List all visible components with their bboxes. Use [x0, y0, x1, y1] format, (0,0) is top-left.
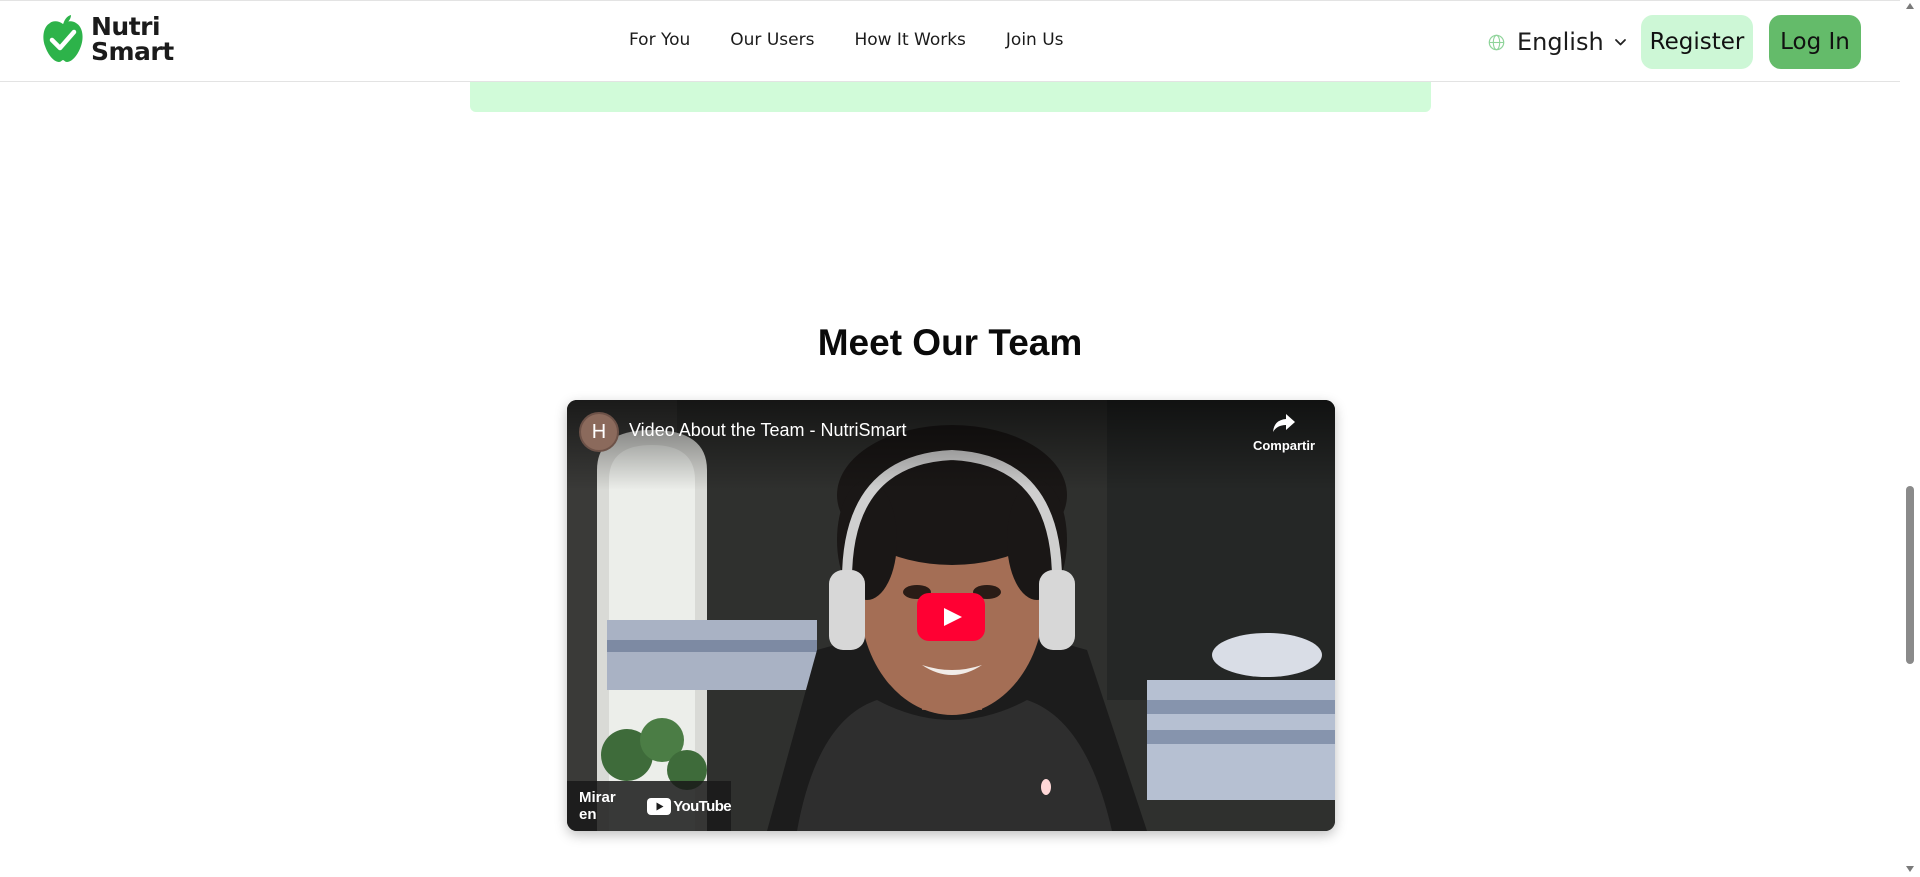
video-title[interactable]: Video About the Team - NutriSmart	[629, 420, 906, 441]
scroll-up-arrow-icon[interactable]	[1905, 2, 1915, 10]
language-selector[interactable]: English	[1488, 28, 1627, 56]
logo[interactable]: Nutri Smart	[40, 14, 174, 64]
globe-icon	[1488, 34, 1505, 50]
top-navbar: Nutri Smart For You Our Users How It Wor…	[0, 0, 1900, 82]
scroll-down-arrow-icon[interactable]	[1905, 865, 1915, 873]
nav-join-us[interactable]: Join Us	[1006, 30, 1064, 50]
chevron-down-icon	[1614, 38, 1626, 45]
language-label: English	[1517, 28, 1604, 56]
channel-avatar[interactable]: H	[579, 412, 619, 452]
logo-line-1: Nutri	[91, 12, 161, 41]
main-nav: For You Our Users How It Works Join Us	[629, 30, 1064, 50]
youtube-mark-icon	[647, 797, 672, 815]
register-button[interactable]: Register	[1641, 15, 1753, 69]
share-label: Compartir	[1252, 438, 1316, 453]
share-arrow-icon	[1273, 414, 1295, 432]
play-icon[interactable]	[917, 593, 985, 641]
nav-our-users[interactable]: Our Users	[730, 30, 814, 50]
scrollbar-thumb[interactable]	[1906, 486, 1914, 664]
youtube-wordmark: YouTube	[673, 797, 731, 815]
watch-on-label: Mirar en	[579, 789, 616, 823]
share-button[interactable]: Compartir	[1247, 412, 1321, 453]
watch-on-youtube-link[interactable]: Mirar en YouTube	[567, 781, 732, 831]
nav-how-it-works[interactable]: How It Works	[854, 30, 965, 50]
page: Nutri Smart For You Our Users How It Wor…	[0, 0, 1920, 877]
page-scrollbar[interactable]	[1900, 0, 1920, 877]
login-button[interactable]: Log In	[1769, 15, 1861, 69]
apple-check-icon	[43, 15, 83, 62]
logo-text: Nutri Smart	[91, 14, 174, 64]
section-title: Meet Our Team	[817, 322, 1083, 363]
video-top-gradient	[567, 400, 1335, 490]
team-video-player[interactable]: H Video About the Team - NutriSmart Comp…	[567, 400, 1335, 831]
nav-for-you[interactable]: For You	[629, 30, 690, 50]
youtube-logo-icon: YouTube	[647, 797, 732, 815]
logo-line-2: Smart	[91, 37, 174, 66]
